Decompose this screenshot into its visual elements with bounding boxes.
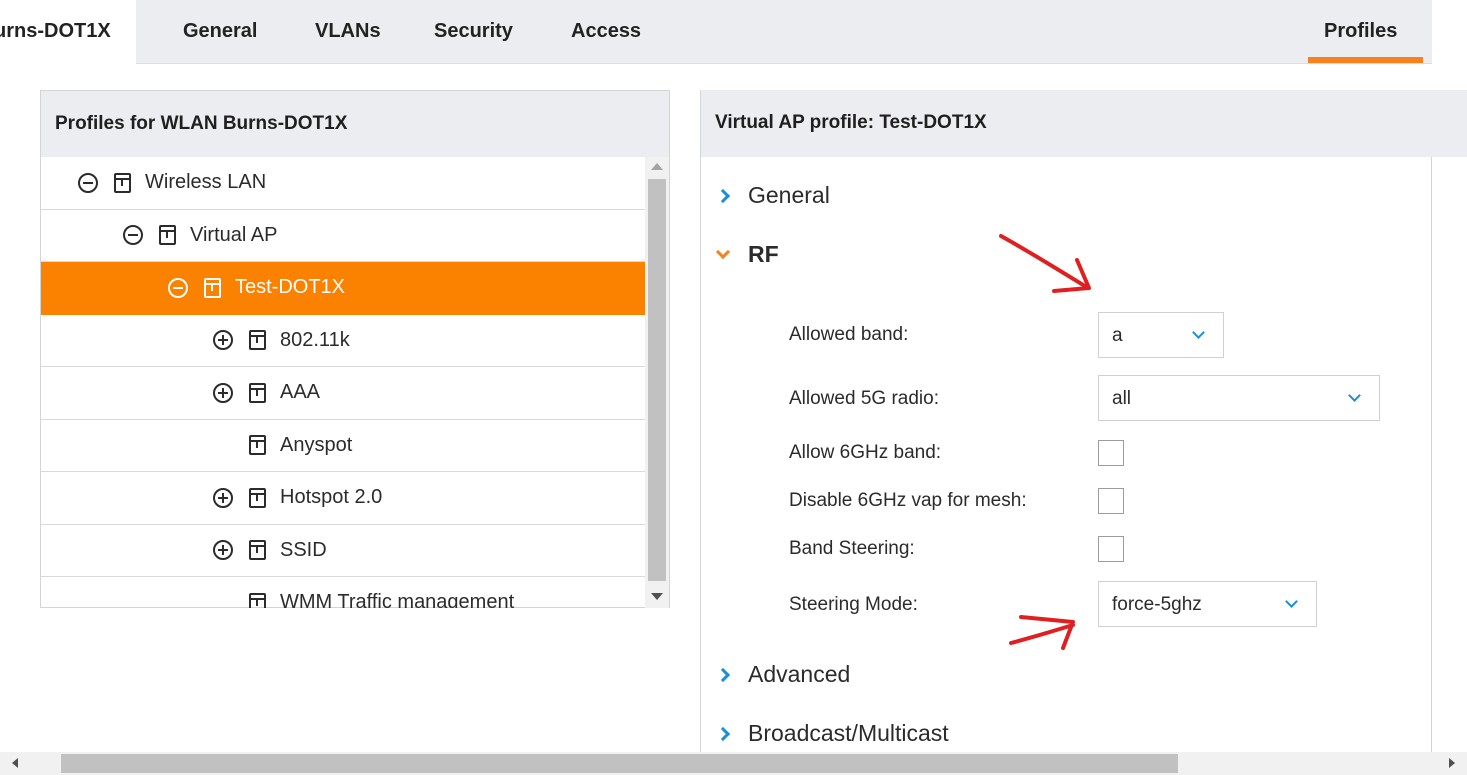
profile-document-icon [249,382,266,403]
tree-item[interactable]: AAA [41,367,646,420]
tab-security[interactable]: Security [434,20,513,43]
disable-6ghz-mesh-checkbox[interactable] [1098,488,1124,514]
tab-wlan-label[interactable]: urns-DOT1X [0,20,111,43]
tree-item-label: AAA [280,381,321,404]
tab-bar: urns-DOT1X General VLANs Security Access… [0,0,1432,64]
steering-mode-label: Steering Mode: [789,594,918,615]
horizontal-scrollbar-thumb[interactable] [61,754,1178,773]
active-tab-indicator [1308,57,1423,63]
profile-document-icon [249,487,266,508]
profiles-tree-panel: Profiles for WLAN Burns-DOT1X Wireless L… [40,90,670,608]
tab-wlan[interactable]: urns-DOT1X [0,0,136,64]
tree-item[interactable]: Test-DOT1X [41,262,646,315]
expand-plus-icon[interactable] [213,487,233,508]
tree-item[interactable]: WMM Traffic management [41,577,646,608]
tree-item[interactable]: SSID [41,525,646,577]
steering-mode-value: force-5ghz [1112,594,1202,615]
allowed-band-select[interactable]: a [1098,312,1224,358]
tab-profiles[interactable]: Profiles [1324,20,1397,43]
allow-6ghz-band-checkbox[interactable] [1098,440,1124,466]
allowed-5g-radio-value: all [1112,388,1132,409]
tree-item[interactable]: 802.11k [41,315,646,367]
tree-item-label: SSID [280,538,327,561]
chevron-down-icon [1192,326,1205,339]
profiles-panel-title: Profiles for WLAN Burns-DOT1X [41,91,669,157]
profiles-tree: Wireless LAN Virtual AP Test-DOT1X 802.11k A… [41,157,646,608]
tree-item-label: Hotspot 2.0 [280,486,383,509]
allowed-5g-radio-select[interactable]: all [1098,375,1380,421]
expand-plus-icon[interactable] [213,540,233,561]
virtual-ap-profile-panel: Virtual AP profile: Test-DOT1X General R… [700,90,1467,760]
chevron-down-icon [1348,389,1361,402]
band-steering-checkbox[interactable] [1098,536,1124,562]
allowed-band-value: a [1112,325,1123,346]
profile-document-icon [159,225,176,246]
section-broadcast-multicast[interactable]: Broadcast/Multicast [715,720,949,747]
profile-document-icon [249,330,266,351]
chevron-right-icon [715,726,731,741]
tab-vlans[interactable]: VLANs [315,20,381,43]
section-rf-label: RF [748,241,779,267]
chevron-down-icon [1285,595,1298,608]
tree-item[interactable]: Anyspot [41,420,646,472]
profile-document-icon [114,172,131,193]
collapse-minus-icon[interactable] [123,225,143,246]
tree-scrollbar[interactable] [645,157,669,608]
tree-item[interactable]: Hotspot 2.0 [41,472,646,525]
section-general-label: General [748,182,830,208]
tree-item-label: Virtual AP [190,223,278,246]
expand-plus-icon[interactable] [213,330,233,351]
virtual-ap-profile-title: Virtual AP profile: Test-DOT1X [701,90,1467,157]
profile-document-icon [249,540,266,561]
tree-item-label: Anyspot [280,433,353,456]
tab-access[interactable]: Access [571,20,641,43]
allow-6ghz-band-label: Allow 6GHz band: [789,442,942,463]
collapse-minus-icon[interactable] [168,277,188,298]
profile-document-icon [204,277,221,298]
section-rf[interactable]: RF [715,241,779,268]
chevron-down-icon [715,244,731,259]
allowed-5g-radio-label: Allowed 5G radio: [789,388,939,409]
tree-item-label: WMM Traffic management [280,591,515,608]
scroll-up-arrow-icon[interactable] [651,163,663,170]
chevron-right-icon [715,667,731,682]
tree-scrollbar-thumb[interactable] [648,179,666,581]
section-advanced-label: Advanced [748,661,851,687]
tree-item-label: 802.11k [280,328,350,351]
section-general[interactable]: General [715,182,830,209]
scroll-right-arrow-icon[interactable] [1449,758,1455,768]
expand-plus-icon[interactable] [213,382,233,403]
section-broadcast-multicast-label: Broadcast/Multicast [748,720,949,746]
tree-item-label: Wireless LAN [145,171,267,194]
page-horizontal-scrollbar[interactable] [0,752,1467,775]
collapse-minus-icon[interactable] [78,172,98,193]
steering-mode-select[interactable]: force-5ghz [1098,581,1317,627]
tree-item-label: Test-DOT1X [235,276,346,299]
disable-6ghz-mesh-label: Disable 6GHz vap for mesh: [789,490,1027,511]
scroll-down-arrow-icon[interactable] [651,593,663,600]
tree-item[interactable]: Virtual AP [41,210,646,262]
allowed-band-label: Allowed band: [789,324,909,345]
band-steering-label: Band Steering: [789,538,915,559]
chevron-right-icon [715,188,731,203]
profile-document-icon [249,592,266,608]
section-advanced[interactable]: Advanced [715,661,851,688]
scroll-left-arrow-icon[interactable] [12,758,18,768]
tree-item[interactable]: Wireless LAN [41,157,646,210]
profile-document-icon [249,435,266,456]
tab-general[interactable]: General [183,20,257,43]
